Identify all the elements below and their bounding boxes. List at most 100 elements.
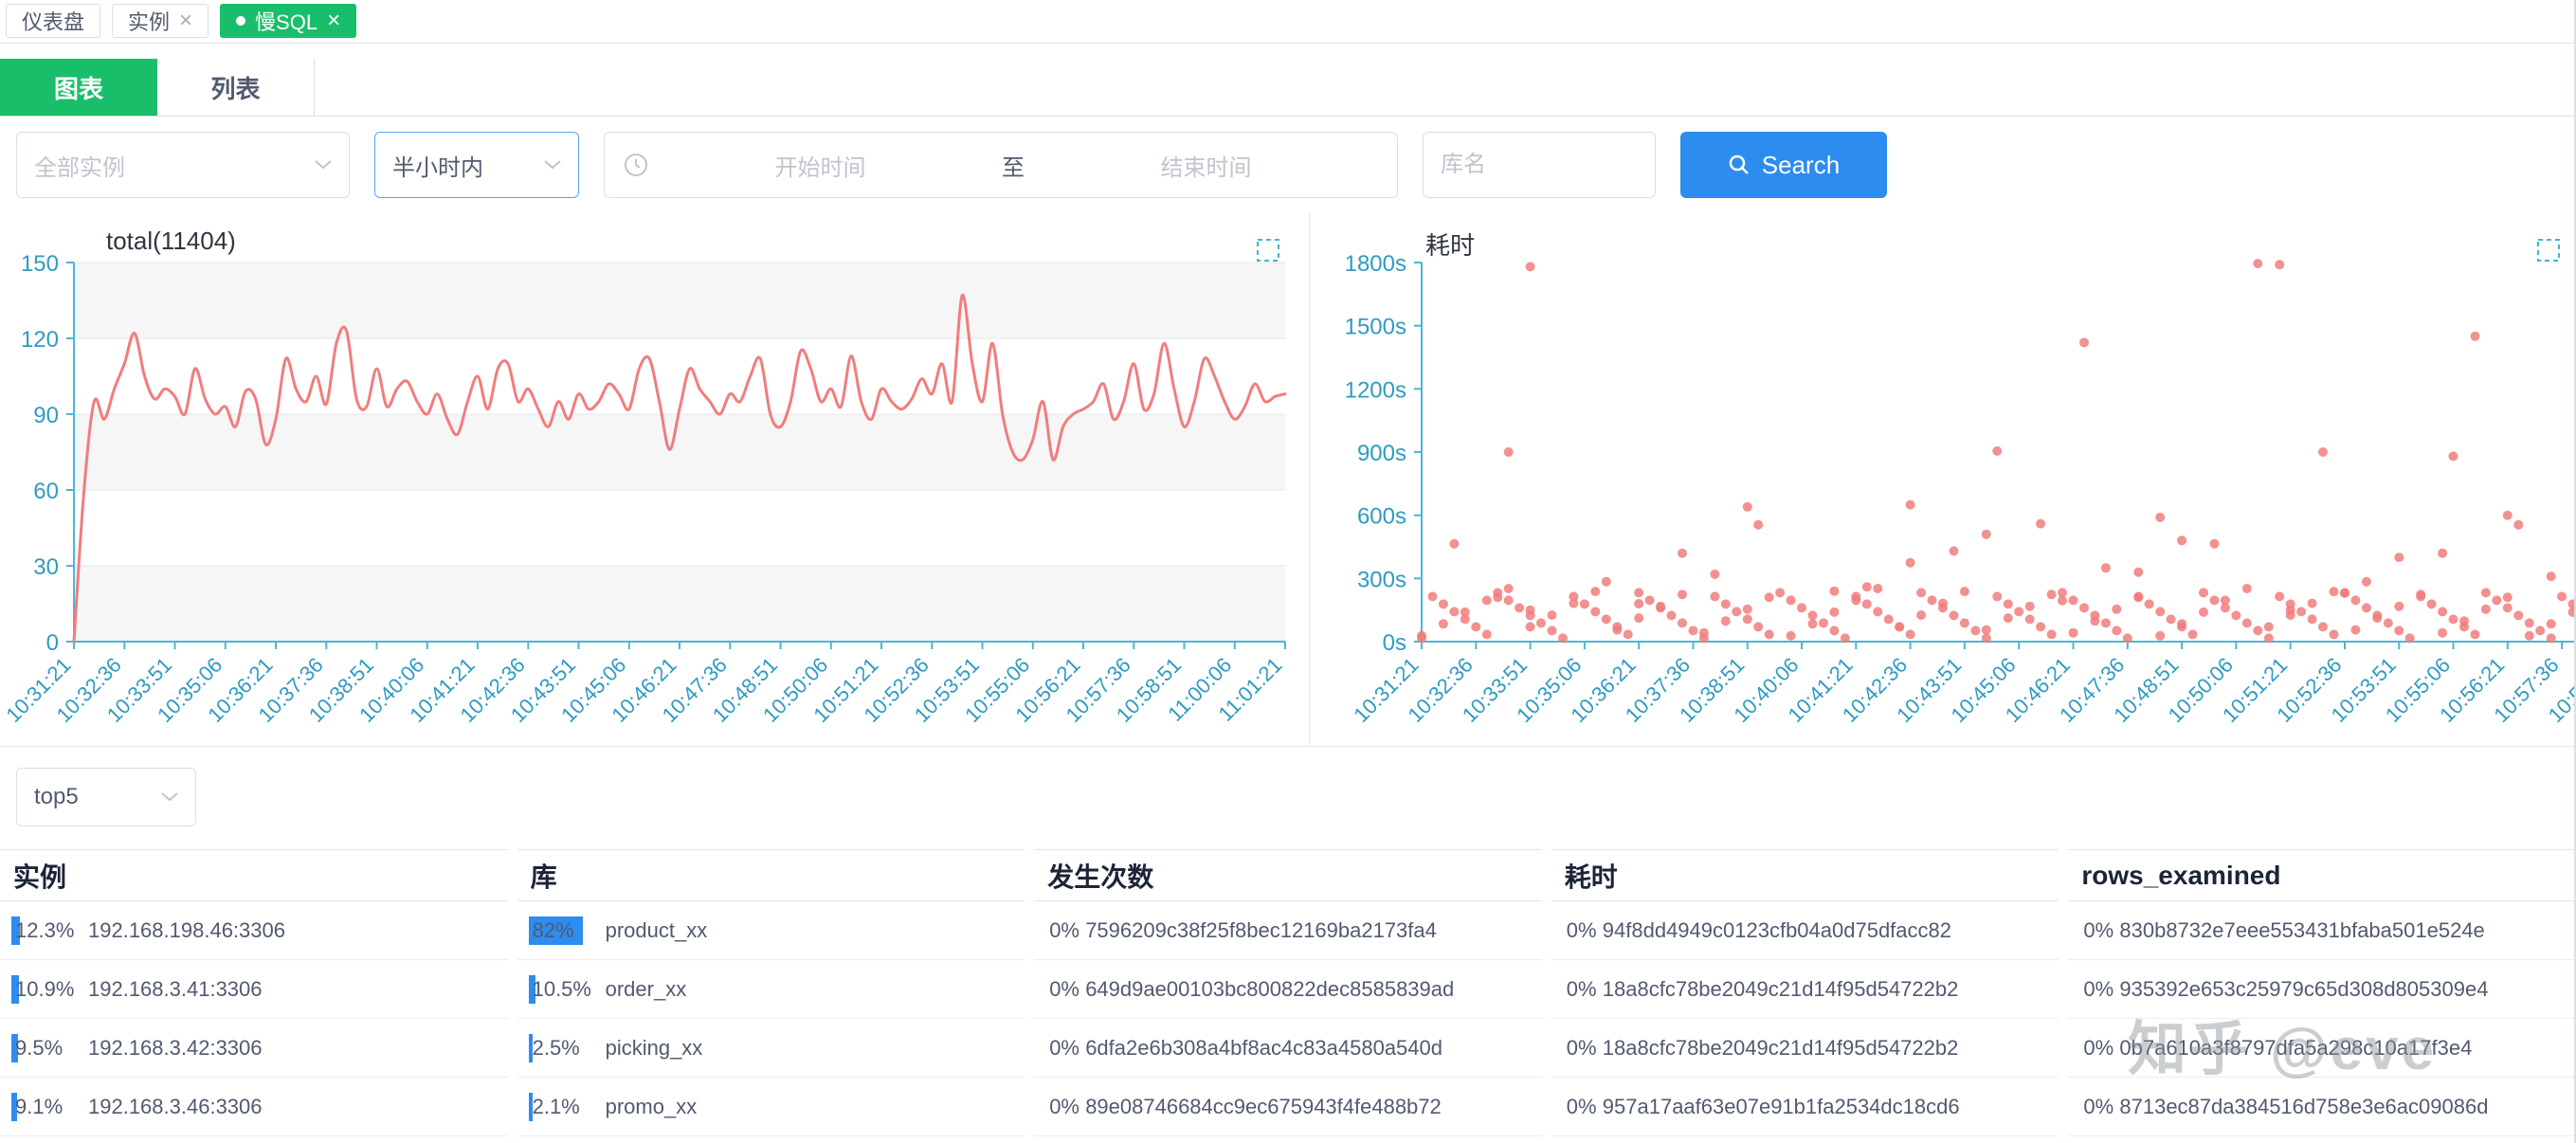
percent-label: 10.5%: [529, 977, 606, 1002]
chevron-down-icon: [544, 160, 561, 170]
window-tab-slowsql[interactable]: 慢SQL ×: [220, 4, 356, 38]
top5-tables: 实例12.3%192.168.198.46:330610.9%192.168.3…: [0, 849, 2576, 1136]
svg-text:1800s: 1800s: [1345, 251, 1406, 277]
fullscreen-icon[interactable]: [1256, 238, 1280, 263]
percent-label: 0%: [1045, 1095, 1085, 1119]
table-row[interactable]: 10.5%order_xx: [517, 960, 1025, 1019]
chevron-down-icon: [315, 160, 332, 170]
window-tab-instance[interactable]: 实例 ×: [112, 4, 209, 38]
table-row[interactable]: 2.1%promo_xx: [517, 1078, 1025, 1136]
search-button-label: Search: [1762, 151, 1840, 180]
row-value: 18a8cfc78be2049c21d14f95d54722b2: [1603, 977, 1959, 1002]
tab-label: 仪表盘: [22, 6, 84, 36]
column-header: 实例: [0, 850, 508, 901]
table-column: 耗时0%94f8dd4949c0123cfb04a0d75dfacc820%18…: [1551, 849, 2059, 1136]
row-value: 957a17aaf63e07e91b1fa2534dc18cd6: [1603, 1095, 1960, 1119]
table-row[interactable]: 0%649d9ae00103bc800822dec8585839ad: [1034, 960, 1542, 1019]
row-value: order_xx: [606, 977, 687, 1002]
percent-label: 0%: [2079, 1095, 2119, 1119]
svg-text:1200s: 1200s: [1345, 377, 1406, 403]
svg-text:0s: 0s: [1383, 630, 1406, 656]
tab-label: 实例: [128, 6, 170, 36]
column-header: 发生次数: [1034, 850, 1542, 901]
tab-list-view[interactable]: 列表: [157, 59, 315, 116]
svg-text:900s: 900s: [1357, 441, 1406, 466]
row-value: 935392e653c25979c65d308d805309e4: [2119, 977, 2488, 1002]
date-range-picker[interactable]: 开始时间 至 结束时间: [604, 132, 1398, 198]
fullscreen-icon[interactable]: [2536, 238, 2561, 263]
percent-label: 82%: [529, 918, 606, 943]
percent-label: 2.1%: [529, 1095, 606, 1119]
table-column: rows_examined0%830b8732e7eee553431bfaba5…: [2068, 849, 2576, 1136]
svg-text:150: 150: [21, 251, 59, 277]
row-value: 830b8732e7eee553431bfaba501e524e: [2119, 918, 2484, 943]
table-row[interactable]: 0%830b8732e7eee553431bfaba501e524e: [2068, 901, 2576, 960]
chart-title: total(11404): [106, 227, 236, 256]
table-row[interactable]: 82%product_xx: [517, 901, 1025, 960]
top5-select[interactable]: top5: [16, 768, 196, 826]
table-row[interactable]: 0%7596209c38f25f8bec12169ba2173fa4: [1034, 901, 1542, 960]
db-name-input[interactable]: [1423, 132, 1656, 198]
column-header: 库: [517, 850, 1025, 901]
table-row[interactable]: 9.5%192.168.3.42:3306: [0, 1019, 508, 1078]
table-row[interactable]: 2.5%picking_xx: [517, 1019, 1025, 1078]
window-tab-dashboard[interactable]: 仪表盘: [6, 4, 100, 38]
row-value: product_xx: [606, 918, 708, 943]
row-value: promo_xx: [606, 1095, 698, 1119]
clock-icon: [624, 153, 648, 177]
percent-label: 0%: [2079, 977, 2119, 1002]
percent-label: 2.5%: [529, 1036, 606, 1061]
table-row[interactable]: 0%18a8cfc78be2049c21d14f95d54722b2: [1551, 960, 2059, 1019]
percent-label: 0%: [1563, 1036, 1603, 1061]
row-value: picking_xx: [606, 1036, 703, 1061]
table-row[interactable]: 0%6dfa2e6b308a4bf8ac4c83a4580a540d: [1034, 1019, 1542, 1078]
percent-label: 9.1%: [11, 1095, 88, 1119]
row-value: 18a8cfc78be2049c21d14f95d54722b2: [1603, 1036, 1959, 1061]
active-dot-icon: [236, 16, 245, 26]
time-range-select[interactable]: 半小时内: [374, 132, 579, 198]
view-tab-bar: 图表 列表: [0, 59, 2576, 117]
table-row[interactable]: 12.3%192.168.198.46:3306: [0, 901, 508, 960]
svg-text:0: 0: [46, 630, 59, 656]
tab-label: 慢SQL: [255, 6, 317, 36]
charts-row: total(11404) 030609012015010:31:2110:32:…: [0, 213, 2576, 747]
row-value: 7596209c38f25f8bec12169ba2173fa4: [1085, 918, 1437, 943]
chart-title: 耗时: [1425, 227, 1475, 262]
row-value: 8713ec87da384516d758e3e6ac09086d: [2119, 1095, 2488, 1119]
column-header: 耗时: [1551, 850, 2059, 901]
top5-row: top5: [0, 747, 2576, 849]
row-value: 649d9ae00103bc800822dec8585839ad: [1085, 977, 1454, 1002]
percent-label: 10.9%: [11, 977, 88, 1002]
table-column: 实例12.3%192.168.198.46:330610.9%192.168.3…: [0, 849, 508, 1136]
table-row[interactable]: 0%18a8cfc78be2049c21d14f95d54722b2: [1551, 1019, 2059, 1078]
table-row[interactable]: 10.9%192.168.3.41:3306: [0, 960, 508, 1019]
close-icon[interactable]: ×: [327, 9, 340, 32]
table-row[interactable]: 0%94f8dd4949c0123cfb04a0d75dfacc82: [1551, 901, 2059, 960]
svg-text:600s: 600s: [1357, 504, 1406, 530]
row-value: 192.168.198.46:3306: [88, 918, 285, 943]
row-value: 192.168.3.41:3306: [88, 977, 263, 1002]
close-icon[interactable]: ×: [179, 9, 192, 32]
end-time-placeholder[interactable]: 结束时间: [1034, 149, 1378, 182]
table-row[interactable]: 0%8713ec87da384516d758e3e6ac09086d: [2068, 1078, 2576, 1136]
search-button[interactable]: Search: [1680, 132, 1887, 198]
table-column: 库82%product_xx10.5%order_xx2.5%picking_x…: [517, 849, 1025, 1136]
date-range-separator: 至: [992, 149, 1034, 182]
table-row[interactable]: 0%957a17aaf63e07e91b1fa2534dc18cd6: [1551, 1078, 2059, 1136]
filter-bar: 全部实例 半小时内 开始时间 至 结束时间 Search: [0, 117, 2576, 213]
tab-chart-view[interactable]: 图表: [0, 59, 157, 116]
svg-text:1500s: 1500s: [1345, 315, 1406, 340]
instance-select[interactable]: 全部实例: [16, 132, 350, 198]
svg-text:60: 60: [33, 479, 59, 504]
percent-label: 0%: [1045, 977, 1085, 1002]
duration-scatter-chart: 0s300s600s900s1200s1500s1800s10:31:2110:…: [1310, 213, 2576, 746]
duration-scatter-chart-panel: 耗时 0s300s600s900s1200s1500s1800s10:31:21…: [1310, 213, 2576, 746]
search-icon: [1728, 154, 1751, 176]
table-row[interactable]: 9.1%192.168.3.46:3306: [0, 1078, 508, 1136]
total-line-chart-panel: total(11404) 030609012015010:31:2110:32:…: [0, 213, 1310, 746]
row-value: 192.168.3.46:3306: [88, 1095, 263, 1119]
table-row[interactable]: 0%89e08746684cc9ec675943f4fe488b72: [1034, 1078, 1542, 1136]
start-time-placeholder[interactable]: 开始时间: [648, 149, 992, 182]
window-tab-bar: 仪表盘 实例 × 慢SQL ×: [0, 0, 2576, 44]
time-range-select-value: 半小时内: [392, 149, 483, 182]
